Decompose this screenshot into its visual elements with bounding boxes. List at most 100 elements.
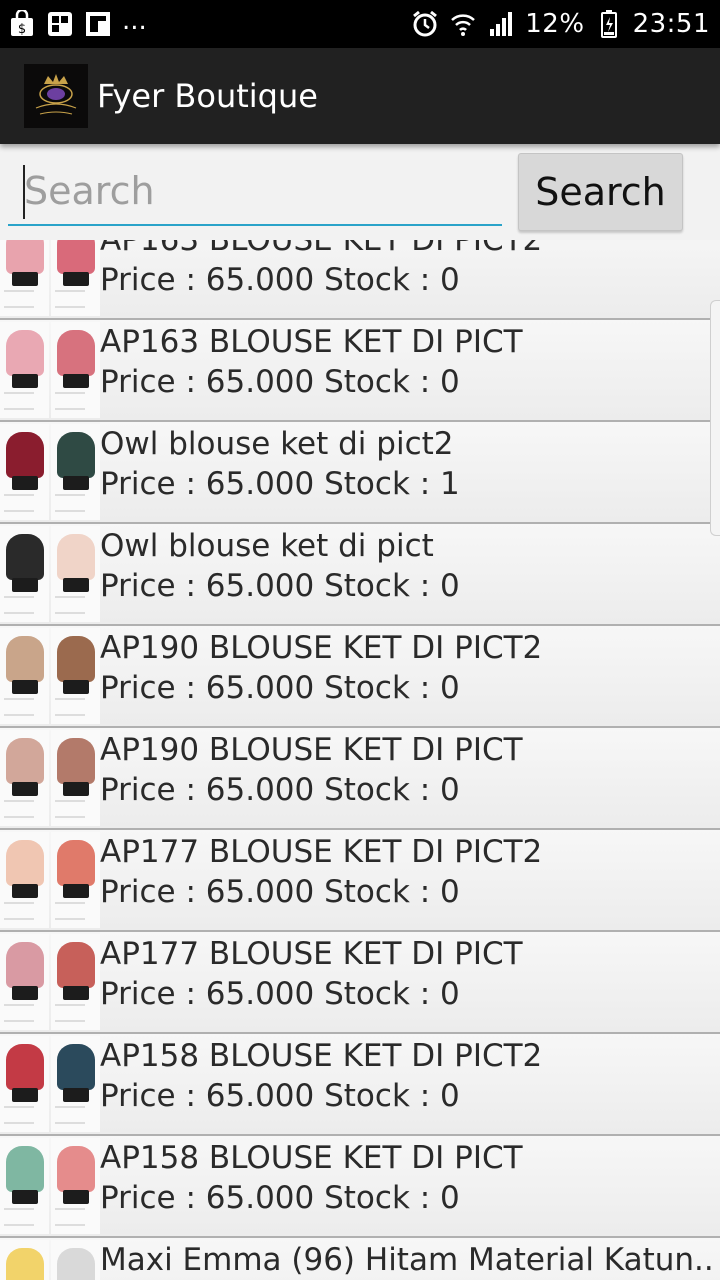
product-price-stock: Price : 65.000 Stock : 0 — [100, 772, 460, 808]
list-item[interactable]: AP158 BLOUSE KET DI PICT Price : 65.000 S… — [0, 1136, 720, 1238]
pants-shape — [12, 578, 38, 592]
product-thumbnail — [0, 934, 100, 1030]
photo-caption-mark — [4, 698, 34, 716]
product-photo — [0, 628, 49, 724]
blouse-shape — [57, 1248, 95, 1280]
product-photo — [51, 526, 100, 622]
product-photo — [0, 832, 49, 928]
product-price-stock: Price : 65.000 Stock : 0 — [100, 364, 460, 400]
photo-caption-mark — [55, 1004, 85, 1022]
list-item[interactable]: Owl blouse ket di pict Price : 65.000 Sto… — [0, 524, 720, 626]
product-thumbnail — [0, 1036, 100, 1132]
pants-shape — [63, 1088, 89, 1102]
blouse-shape — [6, 1146, 44, 1192]
photo-caption-mark — [4, 902, 34, 920]
product-name: Maxi Emma (96) Hitam Material Katun.. — [100, 1242, 714, 1278]
status-bar-right: 12% 23:51 — [411, 9, 710, 39]
search-button[interactable]: Search — [518, 153, 683, 231]
blouse-shape — [57, 942, 95, 988]
shopping-bag-icon: $ — [8, 10, 36, 38]
pants-shape — [63, 680, 89, 694]
product-photo — [0, 240, 49, 316]
blouse-shape — [6, 240, 44, 274]
search-input[interactable] — [8, 158, 502, 226]
blouse-shape — [57, 1146, 95, 1192]
blouse-shape — [57, 636, 95, 682]
product-photo — [51, 322, 100, 418]
pants-shape — [63, 782, 89, 796]
product-name: AP158 BLOUSE KET DI PICT — [100, 1140, 523, 1176]
list-item[interactable]: AP190 BLOUSE KET DI PICT2 Price : 65.000 … — [0, 626, 720, 728]
clock: 23:51 — [632, 9, 710, 39]
product-price-stock: Price : 65.000 Stock : 0 — [100, 874, 460, 910]
product-photo — [0, 730, 49, 826]
pants-shape — [12, 1190, 38, 1204]
app-bar: Fyer Boutique — [0, 48, 720, 144]
boutique-logo-icon — [24, 64, 88, 128]
blouse-shape — [6, 840, 44, 886]
blouse-shape — [6, 636, 44, 682]
pants-shape — [12, 680, 38, 694]
blouse-shape — [57, 1044, 95, 1090]
list-item[interactable]: AP177 BLOUSE KET DI PICT Price : 65.000 S… — [0, 932, 720, 1034]
photo-caption-mark — [4, 1208, 34, 1226]
scrollbar[interactable] — [710, 300, 720, 536]
list-item[interactable]: AP158 BLOUSE KET DI PICT2 Price : 65.000 … — [0, 1034, 720, 1136]
blouse-shape — [57, 534, 95, 580]
pants-shape — [12, 782, 38, 796]
product-thumbnail — [0, 730, 100, 826]
product-name: AP163 BLOUSE KET DI PICT — [100, 324, 523, 360]
product-price-stock: Price : 65.000 Stock : 0 — [100, 976, 460, 1012]
photo-caption-mark — [4, 392, 34, 410]
text-cursor — [23, 165, 25, 219]
product-price-stock: Price : 65.000 Stock : 0 — [100, 670, 460, 706]
product-photo — [0, 934, 49, 1030]
more-notifications: ... — [122, 6, 147, 36]
pants-shape — [63, 1190, 89, 1204]
photo-caption-mark — [55, 800, 85, 818]
photo-caption-mark — [55, 596, 85, 614]
blouse-shape — [6, 432, 44, 478]
product-photo — [51, 934, 100, 1030]
status-bar: $ ... 12% 23:51 — [0, 0, 720, 48]
product-photo — [51, 1036, 100, 1132]
pants-shape — [63, 884, 89, 898]
photo-caption-mark — [4, 1004, 34, 1022]
product-photo — [0, 322, 49, 418]
list-item[interactable]: AP190 BLOUSE KET DI PICT Price : 65.000 S… — [0, 728, 720, 830]
product-photo — [51, 730, 100, 826]
signal-icon — [487, 10, 515, 38]
product-name: AP177 BLOUSE KET DI PICT — [100, 936, 523, 972]
pants-shape — [12, 374, 38, 388]
app-title: Fyer Boutique — [97, 77, 318, 115]
product-thumbnail — [0, 526, 100, 622]
list-item[interactable]: Owl blouse ket di pict2 Price : 65.000 St… — [0, 422, 720, 524]
product-price-stock: Price : 65.000 Stock : 0 — [100, 568, 460, 604]
pants-shape — [12, 476, 38, 490]
product-photo — [51, 1240, 100, 1280]
photo-caption-mark — [55, 1208, 85, 1226]
photo-caption-mark — [55, 494, 85, 512]
product-thumbnail — [0, 240, 100, 316]
list-item[interactable]: AP163 BLOUSE KET DI PICT2 Price : 65.000 … — [0, 240, 720, 320]
battery-charging-icon — [595, 10, 623, 38]
list-item[interactable]: AP163 BLOUSE KET DI PICT Price : 65.000 S… — [0, 320, 720, 422]
photo-caption-mark — [4, 596, 34, 614]
product-photo — [0, 1138, 49, 1234]
product-photo — [51, 240, 100, 316]
product-name: AP158 BLOUSE KET DI PICT2 — [100, 1038, 543, 1074]
product-name: AP163 BLOUSE KET DI PICT2 — [100, 240, 543, 258]
status-bar-left: $ ... — [8, 6, 147, 38]
product-name: AP190 BLOUSE KET DI PICT2 — [100, 630, 543, 666]
battery-percent: 12% — [525, 9, 585, 39]
product-price-stock: Price : 65.000 Stock : 0 — [100, 1180, 460, 1216]
list-item[interactable]: AP177 BLOUSE KET DI PICT2 Price : 65.000 … — [0, 830, 720, 932]
photo-caption-mark — [55, 902, 85, 920]
photo-caption-mark — [4, 1106, 34, 1124]
photo-caption-mark — [55, 1106, 85, 1124]
wifi-icon — [449, 10, 477, 38]
blouse-shape — [57, 840, 95, 886]
product-name: AP190 BLOUSE KET DI PICT — [100, 732, 523, 768]
product-list[interactable]: AP163 BLOUSE KET DI PICT2 Price : 65.000 … — [0, 240, 720, 1280]
list-item[interactable]: Maxi Emma (96) Hitam Material Katun.. — [0, 1238, 720, 1280]
